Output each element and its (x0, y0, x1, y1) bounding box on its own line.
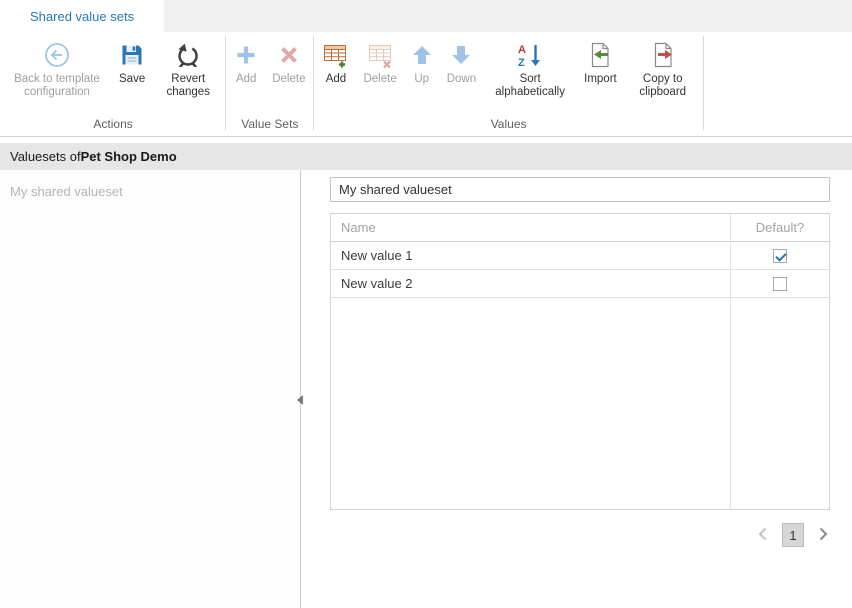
pagination: 1 (330, 523, 830, 547)
column-divider (730, 214, 731, 509)
column-header-default: Default? (731, 214, 829, 241)
chevron-left-icon (756, 526, 770, 545)
button-label: Save (119, 73, 145, 86)
tab-label: Shared value sets (30, 9, 134, 24)
delete-value-button[interactable]: Delete (356, 32, 403, 88)
panel-collapse-handle[interactable] (295, 392, 305, 408)
plus-icon (234, 37, 258, 73)
save-floppy-icon (120, 37, 144, 73)
down-arrow-icon (450, 37, 472, 73)
valueset-list-panel: My shared valueset (0, 170, 301, 608)
ribbon-group-actions: Back to template configuration Sav (2, 32, 224, 136)
valueset-list-item-label: My shared valueset (10, 184, 123, 199)
ribbon-group-values: Add (315, 32, 701, 136)
add-value-set-button[interactable]: Add (227, 32, 265, 88)
button-label: Revert changes (159, 73, 217, 99)
group-caption-values: Values (315, 115, 701, 136)
tab-shared-value-sets[interactable]: Shared value sets (0, 0, 164, 32)
table-row[interactable]: New value 2 (331, 270, 829, 298)
collapse-left-icon (297, 395, 303, 405)
sort-alphabetically-button[interactable]: A Z Sort alphabetically (483, 32, 577, 101)
table-row[interactable]: New value 1 (331, 242, 829, 270)
page-title-prefix: Valuesets of (10, 149, 81, 164)
value-name-cell: New value 1 (331, 242, 731, 269)
move-down-button[interactable]: Down (440, 32, 483, 88)
button-label: Import (584, 73, 617, 86)
page-title-name: Pet Shop Demo (81, 149, 177, 164)
app-window: Shared value sets Back to template confi… (0, 0, 852, 608)
tab-bar: Shared value sets (0, 0, 852, 32)
ribbon-toolbar: Back to template configuration Sav (0, 32, 852, 137)
button-label: Sort alphabetically (490, 73, 570, 99)
default-cell (731, 270, 829, 297)
previous-page-button[interactable] (756, 526, 770, 545)
back-to-template-configuration-button[interactable]: Back to template configuration (2, 32, 112, 101)
valueset-editor-panel: Name Default? New value 1 New value 2 (301, 170, 852, 608)
value-name-cell: New value 2 (331, 270, 731, 297)
group-separator (703, 36, 704, 130)
revert-arrow-icon (176, 37, 200, 73)
group-separator (225, 36, 226, 130)
button-label: Delete (272, 73, 305, 86)
chevron-right-icon (816, 526, 830, 545)
copy-to-clipboard-button[interactable]: Copy to clipboard (624, 32, 702, 101)
revert-changes-button[interactable]: Revert changes (152, 32, 224, 101)
x-icon (277, 37, 301, 73)
button-label: Delete (363, 73, 396, 86)
svg-text:Z: Z (518, 57, 525, 68)
group-caption-actions: Actions (2, 115, 224, 136)
default-checkbox[interactable] (773, 249, 787, 263)
table-header-row: Name Default? (331, 214, 829, 242)
content-area: My shared valueset Name Default? New val… (0, 170, 852, 608)
delete-value-set-button[interactable]: Delete (265, 32, 312, 88)
table-delete-icon (367, 37, 394, 73)
valueset-list-item[interactable]: My shared valueset (0, 180, 300, 203)
svg-text:A: A (518, 44, 526, 56)
default-checkbox[interactable] (773, 277, 787, 291)
add-value-button[interactable]: Add (315, 32, 356, 88)
move-up-button[interactable]: Up (404, 32, 440, 88)
next-page-button[interactable] (816, 526, 830, 545)
button-label: Copy to clipboard (631, 73, 695, 99)
values-table: Name Default? New value 1 New value 2 (330, 213, 830, 510)
button-label: Down (447, 73, 476, 86)
table-add-icon (322, 37, 349, 73)
button-label: Up (414, 73, 429, 86)
column-header-name: Name (331, 214, 731, 241)
group-caption-value-sets: Value Sets (227, 115, 312, 136)
sort-az-icon: A Z (517, 37, 543, 73)
import-document-icon (588, 37, 612, 73)
page-header: Valuesets of Pet Shop Demo (0, 143, 852, 170)
default-cell (731, 242, 829, 269)
copy-document-icon (651, 37, 675, 73)
back-arrow-icon (44, 37, 70, 73)
group-separator (313, 36, 314, 130)
button-label: Add (236, 73, 256, 86)
save-button[interactable]: Save (112, 32, 152, 88)
page-number-button[interactable]: 1 (782, 523, 804, 547)
valueset-name-input[interactable] (330, 177, 830, 202)
button-label: Back to template configuration (9, 73, 105, 99)
import-button[interactable]: Import (577, 32, 624, 88)
up-arrow-icon (411, 37, 433, 73)
ribbon-group-value-sets: Add Delete Value Sets (227, 32, 312, 136)
button-label: Add (326, 73, 346, 86)
